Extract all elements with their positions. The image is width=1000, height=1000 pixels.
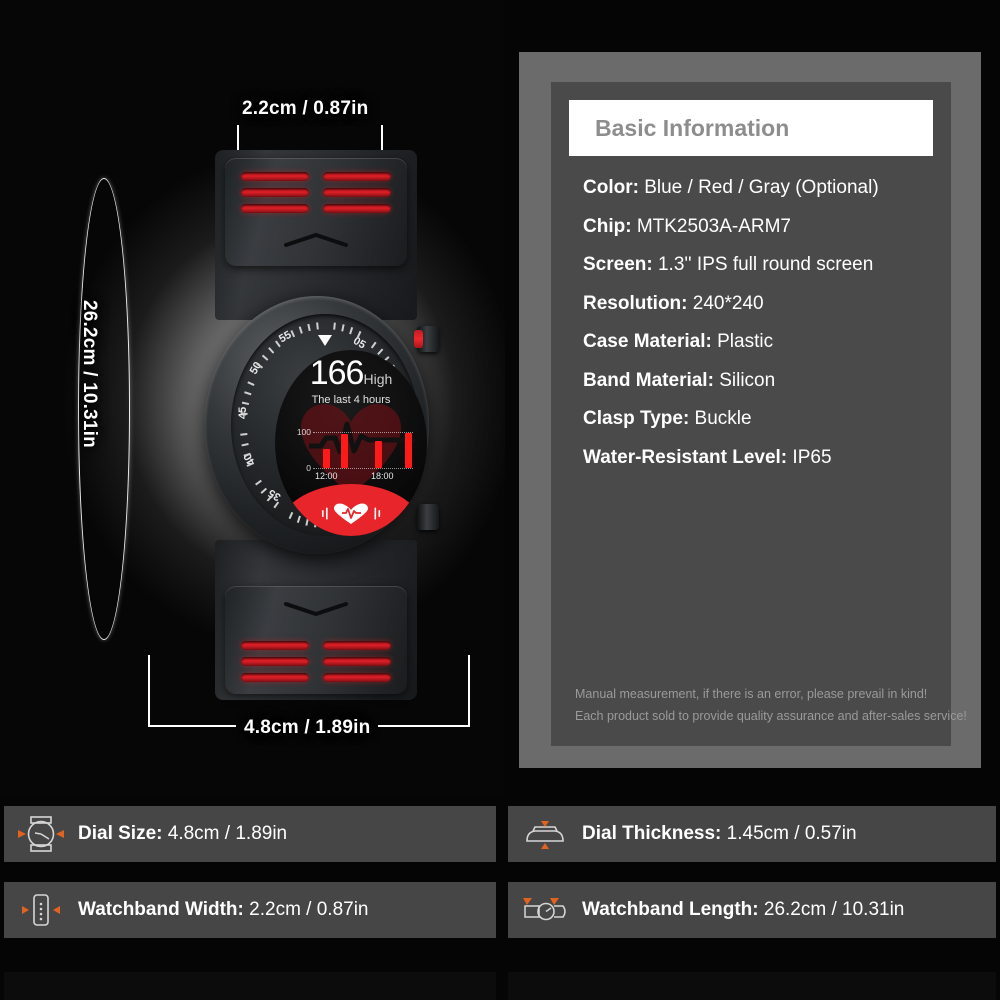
chevron-up-icon (284, 232, 348, 247)
watch-screen: 166High The last 4 hours 100 0 12:00 18:00 (275, 350, 427, 536)
bezel-tick (333, 322, 336, 330)
band-width-dimension-label: 2.2cm / 0.87in (242, 98, 369, 119)
bezel-tick (260, 488, 268, 494)
bezel-tick (273, 501, 280, 509)
watchband-length-icon (508, 890, 582, 930)
spec-line: Case Material: Plastic (583, 331, 774, 352)
watch-thickness-icon (508, 814, 582, 854)
strap-vent-slots-bottom (241, 641, 391, 682)
spec-line: Screen: 1.3'' IPS full round screen (583, 254, 874, 275)
diameter-guide-left (148, 655, 150, 727)
spec-bar-text: Dial Size: 4.8cm / 1.89in (78, 823, 288, 844)
bezel-tick (298, 326, 303, 334)
disclaimer-notes: Manual measurement, if there is an error… (575, 684, 967, 728)
bezel-tick (247, 381, 255, 386)
strap-vent-slots-top (241, 172, 391, 213)
panel-title: Basic Information (595, 114, 790, 141)
product-infographic: 2.2cm / 0.87in 26.2cm / 10.31in 4.8cm / … (0, 0, 1000, 1000)
specification-list: Color: Blue / Red / Gray (Optional) Chip:… (583, 178, 937, 486)
dial-size-dimension-label: 4.8cm / 1.89in (236, 715, 379, 741)
bezel-tick (349, 327, 353, 335)
bezel-tick (268, 347, 274, 354)
chart-bar (341, 433, 348, 468)
watch-crown-top[interactable] (414, 326, 439, 352)
chart-bar (405, 432, 412, 468)
bpm-state-label: High (363, 371, 393, 387)
bezel-tick (341, 324, 345, 332)
spec-bar-partial-left (4, 972, 496, 1000)
chart-x-tick-label: 12:00 (315, 471, 338, 481)
spec-line: Band Material: Silicon (583, 369, 776, 391)
chart-subtitle: The last 4 hours (311, 394, 391, 406)
bezel-tick (240, 433, 248, 436)
watch-dial-icon (4, 814, 78, 854)
bezel-tick (241, 443, 249, 447)
watch-crown-bottom[interactable] (417, 504, 439, 530)
watchband-width-icon (4, 889, 78, 931)
bezel-number: 05 (351, 334, 368, 352)
heart-rate-value: 166High (275, 356, 427, 390)
basic-information-panel: Basic Information Color: Blue / Red / Gr… (519, 52, 981, 768)
chart-y-tick-label: 0 (306, 463, 311, 473)
bezel-tick (255, 480, 262, 486)
strap-block-top (225, 158, 407, 266)
heart-rate-chart: 100 0 12:00 18:00 (291, 416, 415, 481)
diameter-guide-right (468, 655, 470, 727)
spec-bar-dial-size: Dial Size: 4.8cm / 1.89in (4, 806, 496, 862)
bezel-tick (244, 391, 252, 396)
spec-bar-dial-thickness: Dial Thickness: 1.45cm / 0.57in (508, 806, 996, 862)
smartwatch-image: 0510152025303540455055 166High The last … (197, 150, 439, 700)
chart-bar (323, 449, 330, 468)
bezel-tick (275, 340, 281, 348)
spec-bar-text: Watchband Length: 26.2cm / 10.31in (582, 899, 905, 920)
chart-x-tick-label: 18:00 (371, 471, 394, 481)
chart-y-tick-label: 100 (296, 427, 311, 437)
bezel-tick (241, 402, 250, 406)
spec-bar-text: Dial Thickness: 1.45cm / 0.57in (582, 823, 857, 844)
basic-information-inner: Basic Information Color: Blue / Red / Gr… (551, 82, 967, 746)
spec-line: Color: Blue / Red / Gray (Optional) (583, 177, 879, 198)
bezel-marker-triangle-icon (318, 335, 332, 346)
watch-strap-bottom (215, 540, 417, 700)
bezel-tick (261, 354, 269, 361)
bezel-tick (316, 322, 319, 330)
disclaimer-line: Each product sold to provide quality ass… (575, 709, 967, 724)
bezel-tick (377, 348, 383, 355)
spec-line: Water-Resistant Level: IP65 (583, 446, 832, 468)
heart-rate-banner (275, 484, 427, 536)
bezel-tick (307, 323, 311, 332)
chart-bar (375, 441, 382, 468)
band-length-dimension-label: 26.2cm / 10.31in (79, 300, 100, 448)
watch-bezel-outer: 0510152025303540455055 166High The last … (205, 296, 429, 554)
disclaimer-line: Manual measurement, if there is an error… (575, 687, 928, 702)
watch-case: 0510152025303540455055 166High The last … (197, 296, 439, 554)
spec-bar-partial-right (508, 972, 996, 1000)
spec-bar-watchband-length: Watchband Length: 26.2cm / 10.31in (508, 882, 996, 938)
strap-block-bottom (225, 586, 407, 694)
spec-line: Clasp Type: Buckle (583, 408, 752, 429)
watch-bezel-ring: 0510152025303540455055 166High The last … (231, 314, 427, 536)
spec-bar-text: Watchband Width: 2.2cm / 0.87in (78, 899, 369, 920)
spec-line: Resolution: 240*240 (583, 292, 764, 314)
chart-gridline (313, 432, 413, 433)
chevron-down-icon (284, 602, 348, 616)
heartbeat-icon (322, 503, 381, 524)
product-photo-stage: 2.2cm / 0.87in 26.2cm / 10.31in 4.8cm / … (0, 0, 505, 795)
bezel-tick (370, 341, 377, 349)
bpm-number: 166 (309, 354, 365, 392)
spec-bar-watchband-width: Watchband Width: 2.2cm / 0.87in (4, 882, 496, 938)
watch-strap-top (215, 150, 417, 320)
spec-line: Chip: MTK2503A-ARM7 (583, 215, 791, 237)
panel-title-box: Basic Information (569, 100, 933, 156)
chart-gridline (313, 468, 413, 469)
